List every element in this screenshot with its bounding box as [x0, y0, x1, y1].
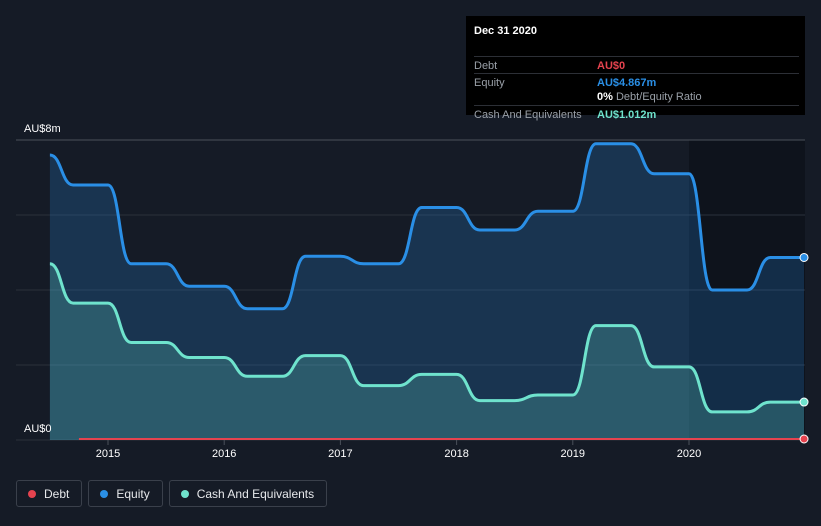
x-tick-label: 2016 — [212, 448, 236, 460]
legend-label-equity: Equity — [116, 486, 150, 501]
equity-end-point — [799, 252, 809, 262]
y-tick-label-bottom: AU$0 — [24, 423, 52, 435]
tooltip-ratio-label: Debt/Equity Ratio — [615, 91, 702, 103]
x-tick-label: 2017 — [328, 448, 352, 460]
tooltip-value-ratio: 0% — [597, 91, 613, 103]
tooltip-value-cash: AU$1.012m — [597, 109, 657, 121]
legend-label-cash: Cash And Equivalents — [196, 486, 315, 501]
tooltip: Dec 31 2020 Debt AU$0 Equity AU$4.867m 0… — [466, 16, 805, 121]
x-tick-label: 2020 — [677, 448, 701, 460]
legend: Debt Equity Cash And Equivalents — [16, 480, 328, 507]
legend-item-cash[interactable]: Cash And Equivalents — [168, 480, 328, 507]
legend-item-equity[interactable]: Equity — [88, 480, 163, 507]
tooltip-row-debt: Debt AU$0 — [474, 56, 799, 74]
tooltip-label-debt: Debt — [474, 60, 498, 72]
cash-dot-icon — [180, 489, 189, 498]
debt-dot-icon — [28, 489, 36, 498]
debt-end-point — [799, 434, 809, 444]
tooltip-row-cash: Cash And Equivalents AU$1.012m — [474, 105, 799, 123]
x-tick-label: 2015 — [96, 448, 120, 460]
tooltip-label-cash: Cash And Equivalents — [474, 109, 582, 121]
tooltip-row-ratio: 0% Debt/Equity Ratio — [474, 88, 799, 105]
legend-item-debt[interactable]: Debt — [16, 480, 83, 507]
legend-label-debt: Debt — [44, 486, 70, 501]
tooltip-value-debt: AU$0 — [597, 60, 626, 72]
x-tick-label: 2018 — [444, 448, 468, 460]
y-tick-label-top: AU$8m — [24, 123, 61, 135]
tooltip-date: Dec 31 2020 — [474, 25, 537, 37]
x-tick-label: 2019 — [561, 448, 585, 460]
equity-dot-icon — [100, 489, 109, 498]
cash-end-point — [799, 397, 809, 407]
